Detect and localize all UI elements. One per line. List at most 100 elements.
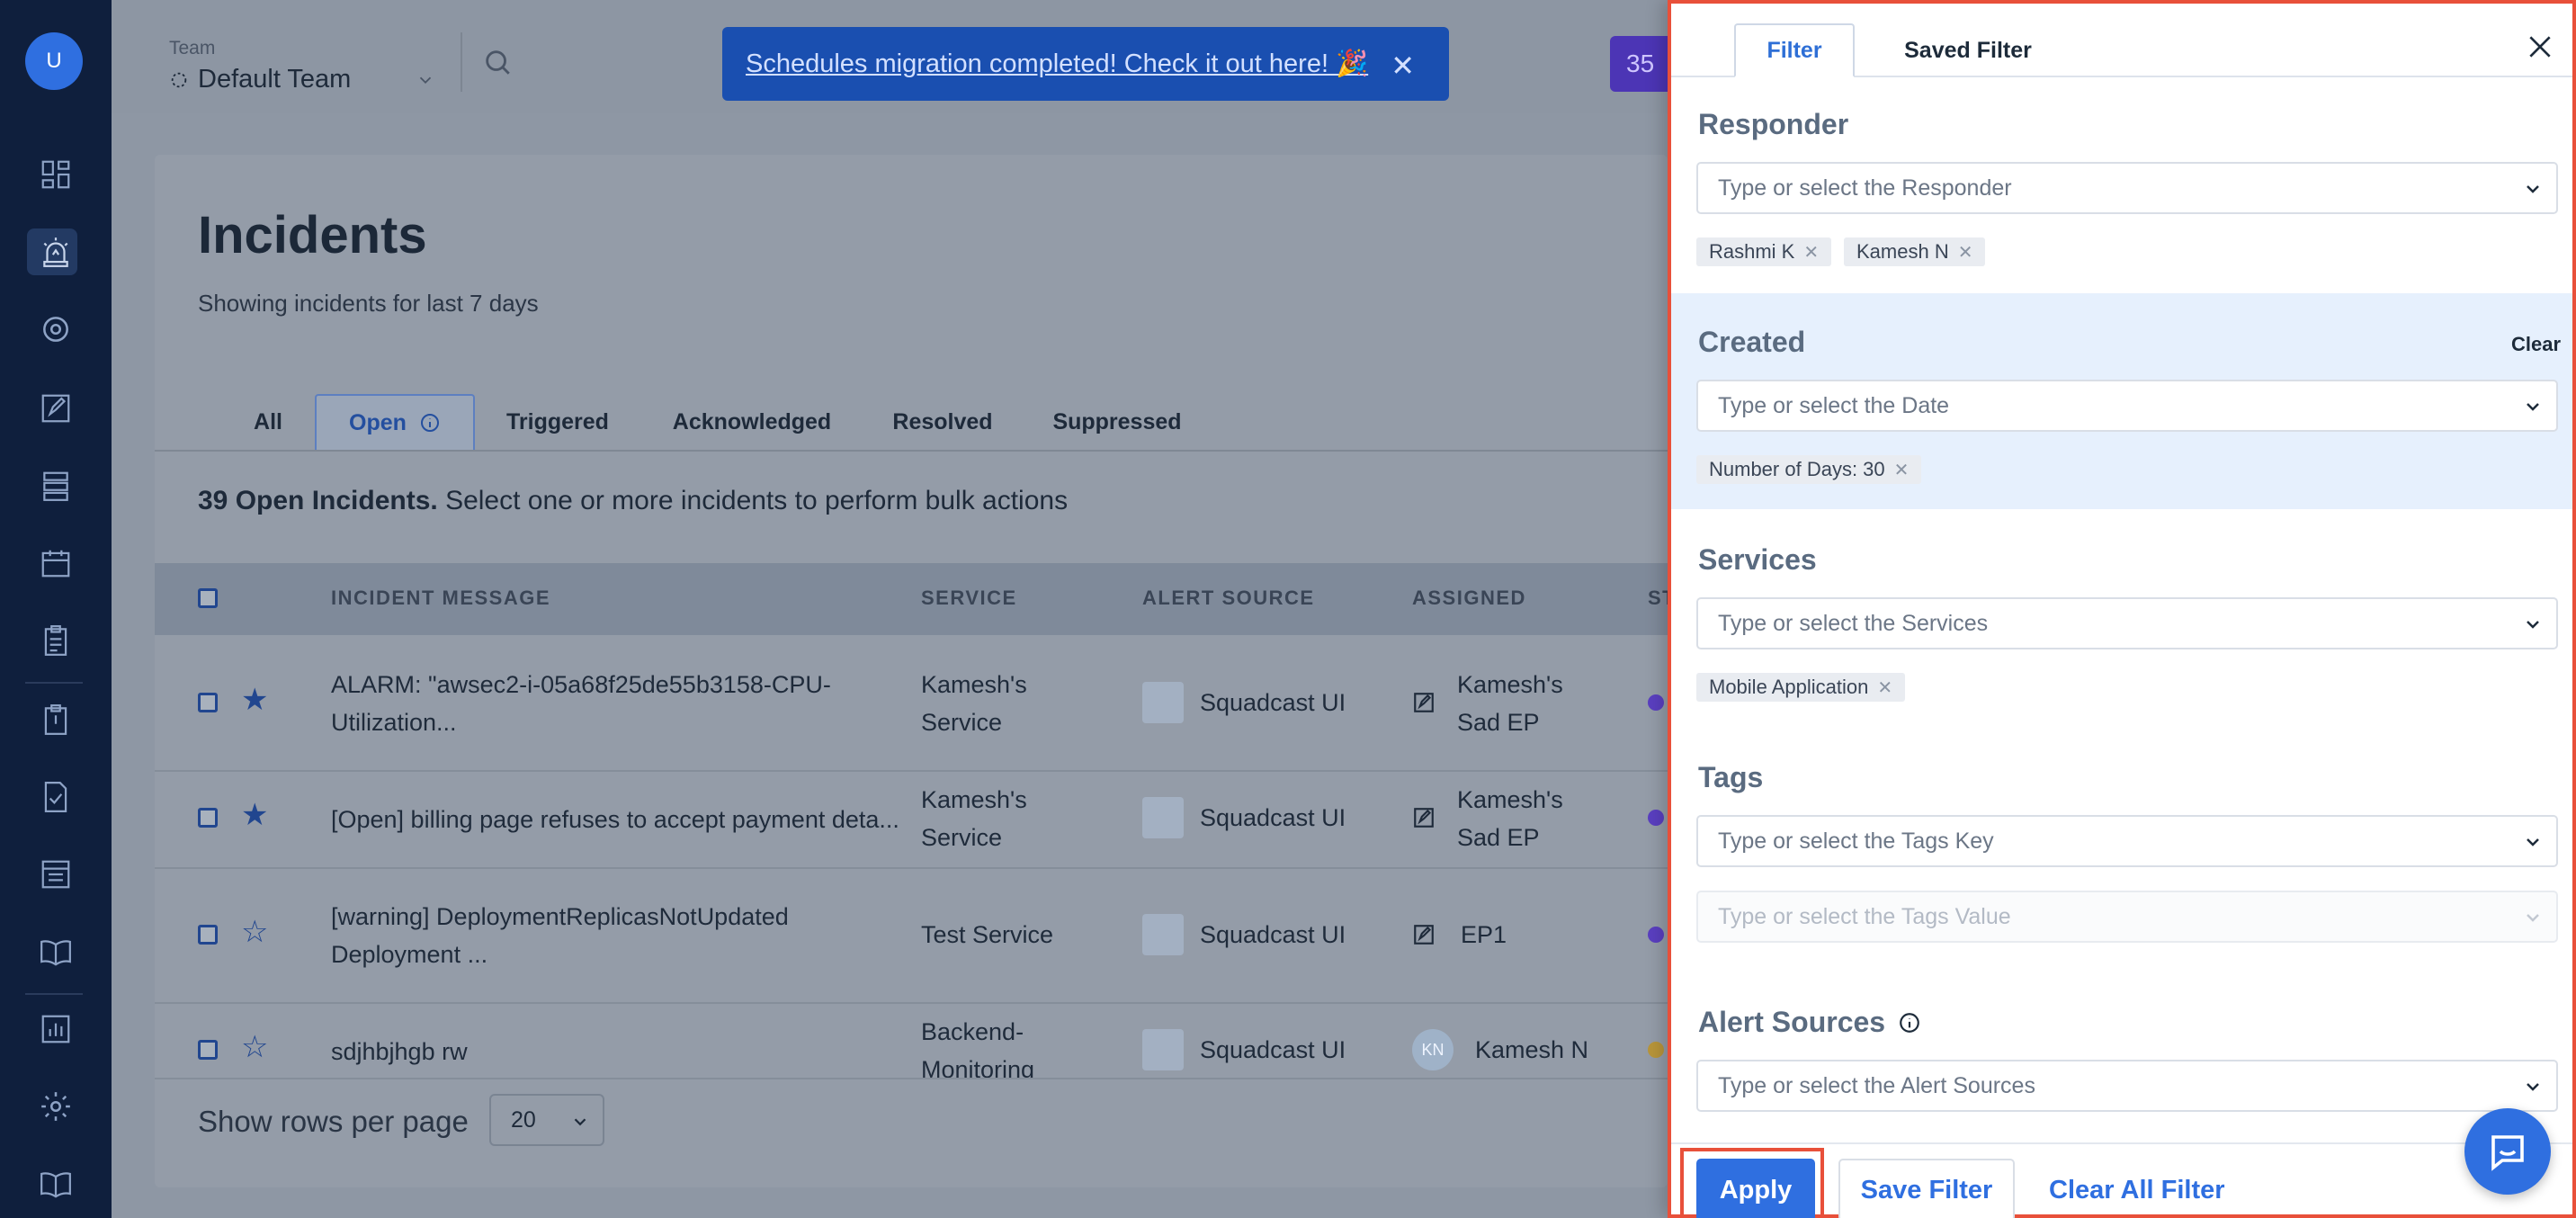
- team-label: Team: [169, 38, 216, 58]
- responder-chip[interactable]: Rashmi K ✕: [1696, 237, 1832, 266]
- created-clear-button[interactable]: Clear: [2511, 333, 2561, 356]
- incidents-siren-icon: [43, 237, 68, 267]
- bulk-summary: 39 Open Incidents. Select one or more in…: [198, 486, 1068, 516]
- analytics-chart-icon: [41, 1015, 70, 1043]
- tab-open-label: Open: [349, 409, 407, 435]
- document-check-icon: [44, 782, 67, 812]
- clear-all-filter-button[interactable]: Clear All Filter: [2038, 1159, 2236, 1218]
- responder-chip[interactable]: Kamesh N ✕: [1844, 237, 1986, 266]
- responder-select[interactable]: Type or select the Responder: [1696, 162, 2558, 214]
- star-filled-icon[interactable]: ★: [241, 682, 268, 718]
- chat-launcher-button[interactable]: [2464, 1108, 2551, 1195]
- target-icon: [43, 317, 68, 342]
- close-icon[interactable]: ✕: [1391, 49, 1415, 83]
- squadcast-source-icon: [1142, 682, 1184, 723]
- banner-link[interactable]: Schedules migration completed! Check it …: [746, 49, 1368, 79]
- tags-value-select: Type or select the Tags Value: [1696, 891, 2558, 943]
- services-chip[interactable]: Mobile Application ✕: [1696, 673, 1906, 702]
- alert-source: Squadcast UI: [1200, 921, 1346, 948]
- filter-panel: Filter Saved Filter Responder Type or se…: [1668, 0, 2576, 1218]
- star-outline-icon[interactable]: ☆: [241, 914, 268, 950]
- row-checkbox[interactable]: [198, 693, 218, 712]
- sidebar-item-analytics[interactable]: [0, 1002, 112, 1056]
- tab-resolved[interactable]: Resolved: [881, 394, 1004, 450]
- sidebar: U: [0, 0, 112, 1218]
- responder-placeholder: Type or select the Responder: [1718, 175, 2012, 201]
- select-all-checkbox[interactable]: [198, 588, 218, 608]
- sidebar-item-services[interactable]: [0, 459, 112, 513]
- sidebar-item-runbooks[interactable]: [0, 693, 112, 747]
- calendar-icon: [41, 550, 70, 578]
- tab-all[interactable]: All: [236, 394, 300, 450]
- sidebar-item-target[interactable]: [0, 302, 112, 356]
- sidebar-item-slo[interactable]: [0, 770, 112, 824]
- row-checkbox[interactable]: [198, 808, 218, 828]
- col-service: SERVICE: [921, 587, 1017, 609]
- row-checkbox[interactable]: [198, 1040, 218, 1060]
- incident-message[interactable]: ALARM: "awsec2-i-05a68f25de55b3158-CPU-U…: [331, 666, 871, 741]
- created-chip[interactable]: Number of Days: 30 ✕: [1696, 455, 1922, 484]
- col-incident-message: INCIDENT MESSAGE: [331, 587, 551, 609]
- sidebar-item-status-page[interactable]: [0, 847, 112, 901]
- migration-banner: Schedules migration completed! Check it …: [722, 27, 1449, 101]
- rows-per-page-value: 20: [511, 1106, 536, 1133]
- footer-divider: [1671, 1142, 2572, 1144]
- tab-acknowledged[interactable]: Acknowledged: [657, 394, 847, 450]
- sidebar-item-schedules[interactable]: [0, 536, 112, 590]
- chevron-down-icon[interactable]: [416, 70, 435, 90]
- tags-key-select[interactable]: Type or select the Tags Key: [1696, 815, 2558, 867]
- rows-per-page-select[interactable]: 20: [489, 1094, 604, 1146]
- apply-button[interactable]: Apply: [1696, 1159, 1815, 1218]
- runbook-clipboard-icon: [44, 704, 67, 735]
- alert-sources-select[interactable]: Type or select the Alert Sources: [1696, 1060, 2558, 1112]
- incident-assigned: Kamesh's Sad EP: [1457, 671, 1563, 736]
- tab-suppressed[interactable]: Suppressed: [1038, 394, 1196, 450]
- search-icon[interactable]: [482, 47, 513, 77]
- remove-chip-icon[interactable]: ✕: [1803, 241, 1819, 264]
- tab-filter[interactable]: Filter: [1734, 23, 1855, 77]
- row-checkbox[interactable]: [198, 925, 218, 945]
- chip-label: Number of Days: 30: [1709, 458, 1885, 480]
- sidebar-item-help[interactable]: [0, 1157, 112, 1211]
- escalation-policy-icon: [1414, 693, 1434, 712]
- tab-saved-filter[interactable]: Saved Filter: [1878, 23, 2058, 77]
- escalation-policy-icon: [1414, 808, 1434, 828]
- alert-sources-placeholder: Type or select the Alert Sources: [1718, 1072, 2035, 1098]
- chevron-down-icon: [2527, 621, 2539, 629]
- book-open-icon: [40, 940, 71, 966]
- created-date-select[interactable]: Type or select the Date: [1696, 380, 2558, 432]
- top-divider: [461, 32, 462, 92]
- close-icon[interactable]: [2526, 32, 2554, 61]
- star-filled-icon[interactable]: ★: [241, 797, 268, 833]
- info-icon[interactable]: [1898, 1011, 1921, 1034]
- status-dot: [1648, 810, 1664, 826]
- chip-label: Rashmi K: [1709, 240, 1795, 263]
- remove-chip-icon[interactable]: ✕: [1894, 459, 1910, 481]
- save-filter-button[interactable]: Save Filter: [1838, 1159, 2015, 1218]
- notification-badge[interactable]: 35: [1610, 36, 1673, 92]
- incident-message[interactable]: sdjhbjhgb rw: [331, 1033, 468, 1070]
- sidebar-item-incidents[interactable]: [0, 225, 112, 279]
- sidebar-item-tasks[interactable]: [0, 613, 112, 667]
- user-avatar[interactable]: U: [25, 32, 83, 90]
- incident-service: Test Service: [921, 921, 1054, 948]
- team-selector[interactable]: Default Team: [169, 65, 351, 94]
- status-page-icon: [41, 860, 70, 889]
- tab-triggered[interactable]: Triggered: [493, 394, 622, 450]
- incident-message[interactable]: [Open] billing page refuses to accept pa…: [331, 801, 907, 838]
- star-outline-icon[interactable]: ☆: [241, 1029, 268, 1065]
- remove-chip-icon[interactable]: ✕: [1958, 241, 1973, 264]
- sidebar-divider: [25, 993, 83, 995]
- tab-open[interactable]: Open: [315, 394, 475, 450]
- incident-service: Kamesh's Service: [921, 786, 1027, 851]
- sidebar-item-docs[interactable]: [0, 925, 112, 979]
- created-title: Created: [1698, 326, 1806, 358]
- sidebar-item-postmortems[interactable]: [0, 381, 112, 435]
- sidebar-item-settings[interactable]: [0, 1079, 112, 1133]
- remove-chip-icon[interactable]: ✕: [1877, 676, 1892, 699]
- sidebar-item-dashboard[interactable]: [0, 148, 112, 202]
- incident-message[interactable]: [warning] DeploymentReplicasNotUpdated D…: [331, 898, 835, 973]
- chat-bubble-icon: [2491, 1135, 2524, 1171]
- services-select[interactable]: Type or select the Services: [1696, 597, 2558, 649]
- squadcast-source-icon: [1142, 914, 1184, 955]
